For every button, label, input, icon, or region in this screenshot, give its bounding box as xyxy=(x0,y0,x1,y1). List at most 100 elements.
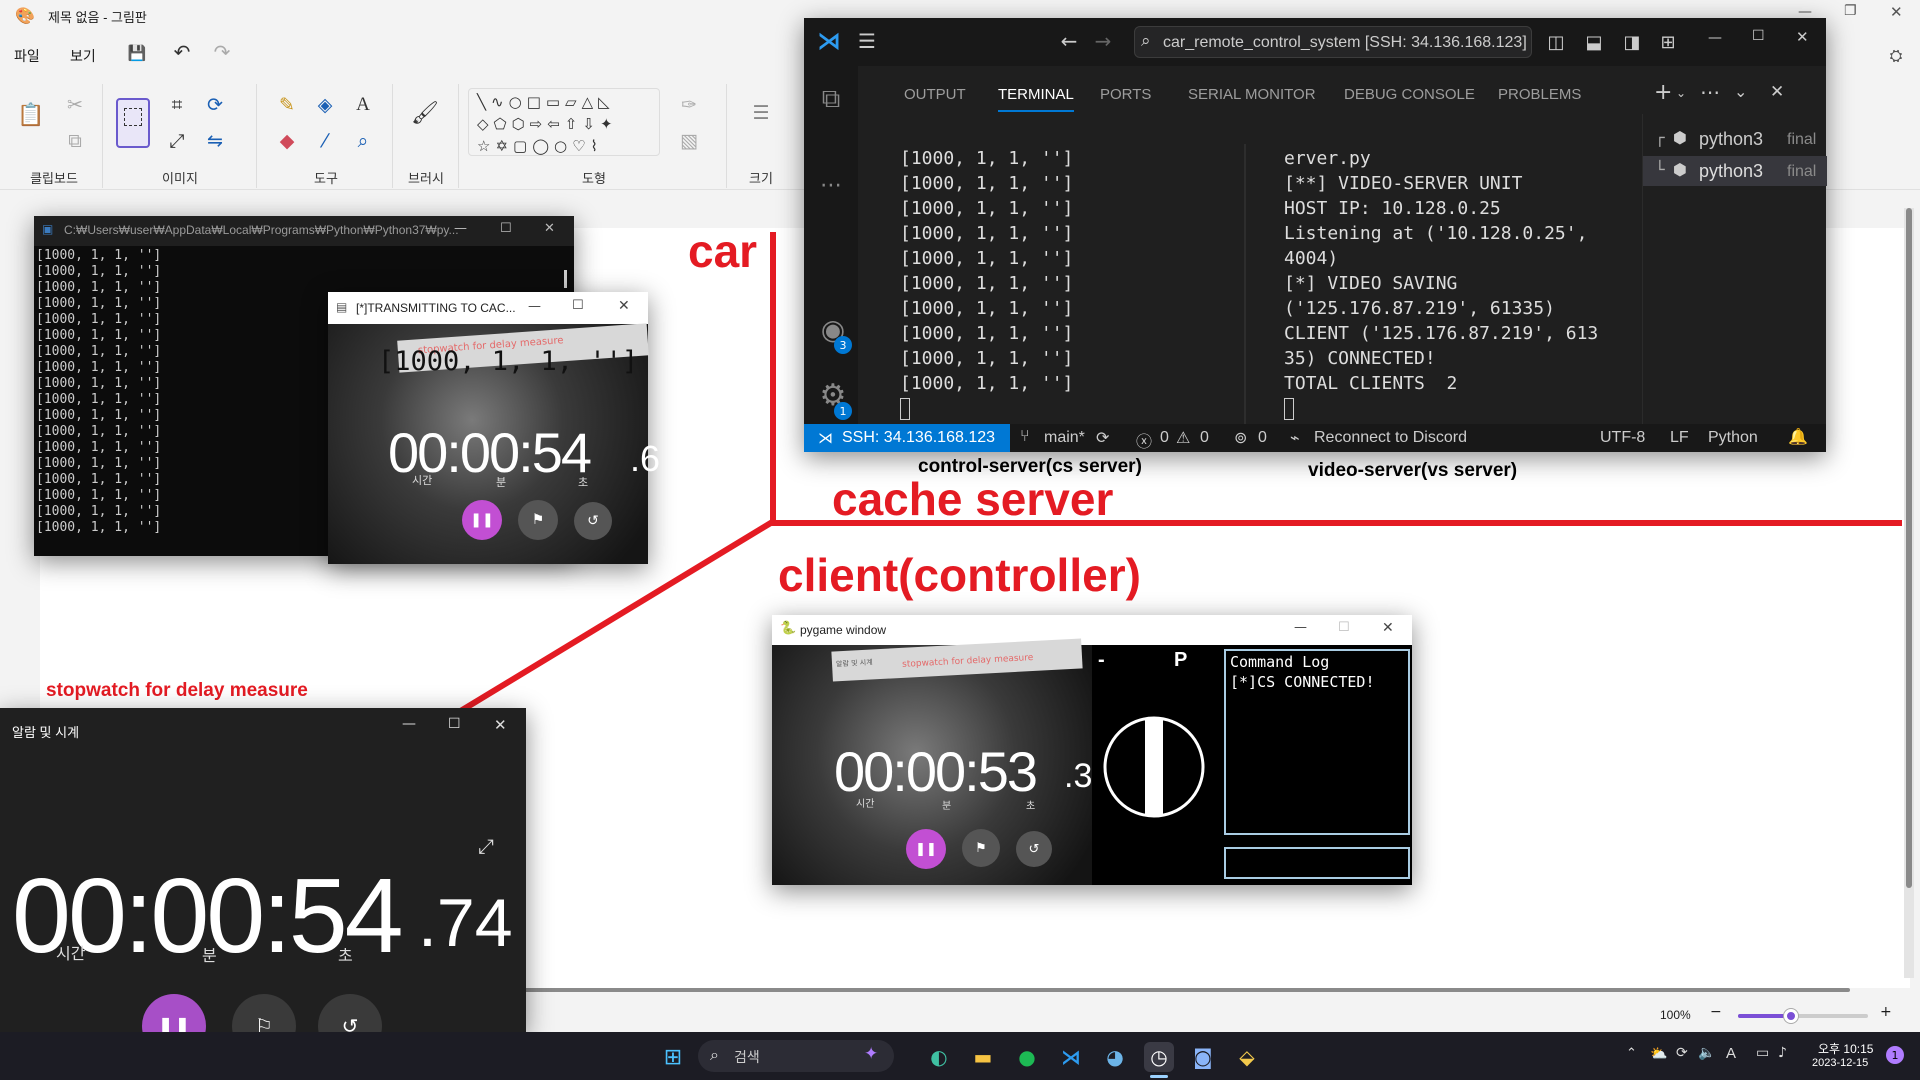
clock-app-taskbar-icon[interactable]: ◷ xyxy=(1144,1042,1174,1072)
terminal-dropdown-icon[interactable]: ⌄ xyxy=(1676,86,1686,100)
tray-display-icon[interactable]: ▭ xyxy=(1756,1045,1769,1061)
cut-icon[interactable]: ✂ xyxy=(62,92,88,118)
terminal-split-divider[interactable] xyxy=(1244,144,1246,424)
crop-icon[interactable]: ⌗ xyxy=(164,92,190,118)
paint-close-button[interactable]: ✕ xyxy=(1890,3,1903,21)
zoom-in-button[interactable]: + xyxy=(1880,1004,1892,1020)
tab-output[interactable]: OUTPUT xyxy=(904,86,966,103)
shapes-gallery[interactable]: ╲∿○□▭▱△◺ ◇⬠⬡⇨⇦⇧⇩✦ ☆✡▢◯○♡⌇ xyxy=(468,88,660,156)
vscode-window[interactable]: ⋊ ☰ ← → ⌕ car_remote_control_system [SSH… xyxy=(804,18,1827,452)
select-tool-button[interactable] xyxy=(116,98,150,148)
start-windows-icon[interactable]: ⊞ xyxy=(658,1042,688,1072)
zoom-slider[interactable] xyxy=(1738,1009,1868,1023)
git-branch[interactable]: main* xyxy=(1044,429,1085,447)
toggle-panel-icon[interactable]: ⬓ xyxy=(1582,30,1606,54)
back-arrow-icon[interactable]: ← xyxy=(1056,28,1082,54)
warning-count[interactable]: 0 xyxy=(1200,429,1209,447)
spotify-icon[interactable]: ● xyxy=(1012,1042,1042,1072)
transmit-window[interactable]: ▤ [*]TRANSMITTING TO CAC... — ☐ ✕ stopwa… xyxy=(328,292,660,564)
eraser-icon[interactable]: ◆ xyxy=(274,128,300,154)
alarm-maximize-button[interactable]: ☐ xyxy=(448,716,461,732)
forward-arrow-icon[interactable]: → xyxy=(1090,28,1116,54)
taskbar-clock-time[interactable]: 오후 10:15 xyxy=(1818,1040,1873,1057)
transmit-maximize-button[interactable]: ☐ xyxy=(572,298,584,313)
scrollbar-thumb[interactable] xyxy=(1906,208,1912,888)
outline-icon[interactable]: ✑ xyxy=(676,92,702,118)
fill-icon[interactable]: ◈ xyxy=(312,92,338,118)
zoom-out-button[interactable]: − xyxy=(1710,1004,1722,1020)
pygame-minimize-button[interactable]: — xyxy=(1294,620,1307,635)
alarm-minimize-button[interactable]: — xyxy=(402,716,416,732)
resize-icon[interactable]: ⤢ xyxy=(164,128,190,154)
file-explorer-icon[interactable]: ▬ xyxy=(968,1042,998,1072)
undo-icon[interactable]: ↶ xyxy=(170,40,194,64)
taskbar-clock-date[interactable]: 2023-12-15 xyxy=(1812,1057,1868,1069)
tray-ime-indicator[interactable]: A xyxy=(1726,1045,1736,1062)
brush-icon[interactable]: 🖌 xyxy=(411,100,439,126)
terminal-right-pane[interactable]: erver.py [**] VIDEO-SERVER UNIT HOST IP: 1… xyxy=(1284,146,1634,420)
maximize-panel-icon[interactable]: ⌄ xyxy=(1734,82,1747,101)
canvas-vertical-scrollbar[interactable] xyxy=(1904,208,1914,978)
size-icon[interactable]: ☰ xyxy=(748,100,774,126)
vscode-minimize-button[interactable]: — xyxy=(1708,30,1722,46)
pygame-close-button[interactable]: ✕ xyxy=(1382,620,1394,636)
tray-sync-icon[interactable]: ⟳ xyxy=(1676,1045,1688,1061)
share-icon[interactable]: ⛭ xyxy=(1884,44,1908,68)
discord-status[interactable]: Reconnect to Discord xyxy=(1314,429,1467,447)
notifications-bell-icon[interactable]: 🔔 xyxy=(1788,427,1808,447)
alarm-close-button[interactable]: ✕ xyxy=(494,716,507,734)
terminal-tab-1[interactable]: ┌ ⬢ python3 final xyxy=(1643,124,1827,154)
copy-icon[interactable]: ⧉ xyxy=(62,128,88,154)
line-ending[interactable]: LF xyxy=(1670,429,1689,447)
menu-hamburger-icon[interactable]: ☰ xyxy=(854,28,880,54)
menu-file[interactable]: 파일 xyxy=(14,46,40,66)
explorer-icon[interactable]: ⧉ xyxy=(816,84,846,114)
transmit-close-button[interactable]: ✕ xyxy=(618,298,630,314)
vscode-close-button[interactable]: ✕ xyxy=(1796,28,1809,46)
more-views-icon[interactable]: ⋯ xyxy=(816,170,846,200)
tab-serial-monitor[interactable]: SERIAL MONITOR xyxy=(1188,86,1316,103)
console-close-button[interactable]: ✕ xyxy=(544,221,555,236)
zoom-slider-thumb[interactable] xyxy=(1784,1009,1798,1023)
tray-volume-icon[interactable]: 🔈 xyxy=(1698,1045,1715,1061)
rotate-icon[interactable]: ⟳ xyxy=(202,92,228,118)
tab-terminal[interactable]: TERMINAL xyxy=(998,86,1074,103)
paint-maximize-button[interactable]: ❐ xyxy=(1844,3,1857,19)
notification-badge[interactable]: 1 xyxy=(1886,1046,1904,1064)
ports-count[interactable]: 0 xyxy=(1258,429,1267,447)
encoding[interactable]: UTF-8 xyxy=(1600,429,1645,447)
edge-browser-icon[interactable]: ◐ xyxy=(924,1042,954,1072)
terminal-left-pane[interactable]: [1000, 1, 1, ''] [1000, 1, 1, ''] [1000, 1… xyxy=(900,146,1190,420)
color-picker-icon[interactable]: ⁄ xyxy=(312,128,338,154)
flip-icon[interactable]: ⇋ xyxy=(202,128,228,154)
transmit-minimize-button[interactable]: — xyxy=(528,299,541,314)
tray-chevron-icon[interactable]: ⌃ xyxy=(1626,1046,1637,1061)
command-input-box[interactable] xyxy=(1224,847,1410,879)
command-center-search[interactable]: ⌕ car_remote_control_system [SSH: 34.136… xyxy=(1134,26,1532,58)
tab-ports[interactable]: PORTS xyxy=(1100,86,1151,103)
pygame-maximize-button[interactable]: ☐ xyxy=(1338,620,1350,635)
console-maximize-button[interactable]: ☐ xyxy=(500,221,512,236)
expand-icon[interactable]: ⤢ xyxy=(474,834,498,858)
toggle-secondary-sidebar-icon[interactable]: ◨ xyxy=(1620,30,1644,54)
camera-icon[interactable]: ◙ xyxy=(1188,1042,1218,1072)
toggle-sidebar-icon[interactable]: ◫ xyxy=(1544,30,1568,54)
alarm-clock-window[interactable]: 알람 및 시계 — ☐ ✕ ⤢ 00:00:54 .74 시간 분 초 ❚❚ ⚐… xyxy=(0,708,526,1058)
paste-icon[interactable]: 📋 xyxy=(17,102,44,128)
save-icon[interactable]: 💾 xyxy=(126,42,148,64)
menu-view[interactable]: 보기 xyxy=(70,46,96,66)
terminal-tab-2[interactable]: └ ⬢ python3 final xyxy=(1643,156,1827,186)
tab-debug-console[interactable]: DEBUG CONSOLE xyxy=(1344,86,1475,103)
console-scrollbar[interactable] xyxy=(564,270,567,288)
console-minimize-button[interactable]: — xyxy=(454,221,467,236)
remote-indicator[interactable]: ⋊ SSH: 34.136.168.123 xyxy=(804,424,1010,452)
magnifier-icon[interactable]: ⌕ xyxy=(350,128,376,154)
taskbar-search-box[interactable]: ⌕ 검색 ✦ xyxy=(698,1040,894,1072)
pencil-icon[interactable]: ✎ xyxy=(274,92,300,118)
vscode-taskbar-icon[interactable]: ⋊ xyxy=(1056,1042,1086,1072)
shape-fill-icon[interactable]: ▧ xyxy=(676,128,702,154)
pygame-window[interactable]: 🐍 pygame window — ☐ ✕ 알람 및 시계 stopwatch … xyxy=(772,615,1412,885)
paint-taskbar-icon[interactable]: ◕ xyxy=(1100,1042,1130,1072)
sync-icon[interactable]: ⟳ xyxy=(1096,428,1109,448)
redo-icon[interactable]: ↷ xyxy=(210,40,234,64)
